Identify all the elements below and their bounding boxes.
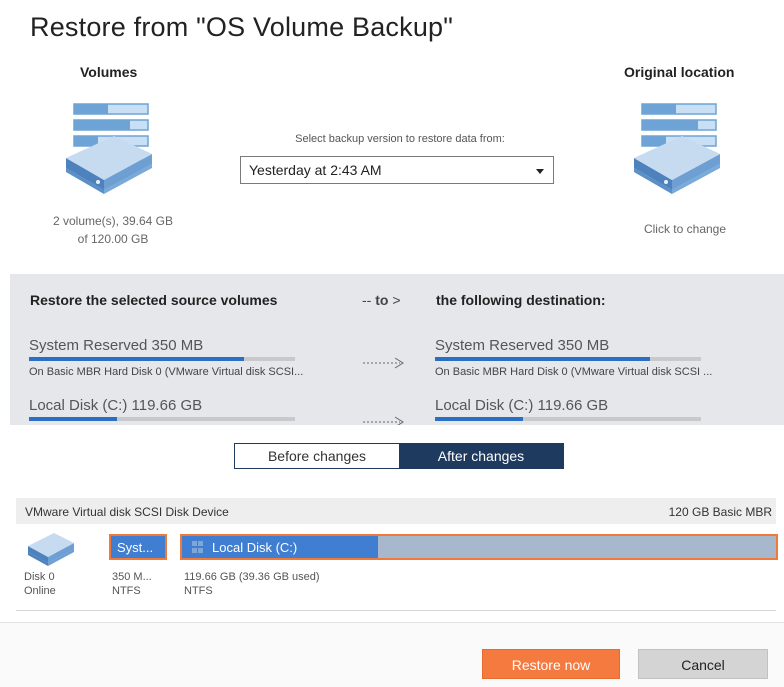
- volume-name: System Reserved 350 MB: [435, 337, 610, 354]
- destination-label: Original location: [624, 64, 735, 80]
- partition-size: 119.66 GB (39.36 GB used): [184, 571, 320, 583]
- partition-label: Syst...: [117, 540, 154, 555]
- version-prompt: Select backup version to restore data fr…: [295, 133, 505, 145]
- destination-volume-item[interactable]: Local Disk (C:) 119.66 GB: [435, 397, 701, 421]
- hard-disk-icon: [28, 533, 74, 566]
- volume-usage-fill: [29, 417, 117, 421]
- after-changes-tab[interactable]: After changes: [399, 444, 563, 468]
- disk-name: VMware Virtual disk SCSI Disk Device: [25, 505, 229, 519]
- partition-label: Local Disk (C:): [212, 540, 298, 555]
- server-icon[interactable]: [630, 102, 722, 194]
- partition-fs: NTFS: [184, 585, 213, 597]
- destination-volume-item[interactable]: System Reserved 350 MB On Basic MBR Hard…: [435, 337, 713, 378]
- source-info-capacity: of 120.00 GB: [77, 232, 149, 246]
- disk-meta: Disk 0 Online: [24, 570, 56, 598]
- source-volume-item[interactable]: System Reserved 350 MB On Basic MBR Hard…: [29, 337, 304, 378]
- view-toggle: Before changes After changes: [234, 443, 564, 469]
- cancel-button[interactable]: Cancel: [638, 649, 768, 679]
- disk-header: VMware Virtual disk SCSI Disk Device 120…: [16, 498, 776, 524]
- mapping-source-heading: Restore the selected source volumes: [30, 292, 278, 308]
- partition-meta: 350 M... NTFS: [112, 570, 152, 598]
- chevron-down-icon: [536, 169, 544, 174]
- volume-description: On Basic MBR Hard Disk 0 (VMware Virtual…: [29, 366, 304, 378]
- volume-usage-fill: [435, 417, 523, 421]
- restore-now-button[interactable]: Restore now: [482, 649, 620, 679]
- volume-usage-bar: [29, 357, 295, 361]
- mapping-to-prefix: --: [362, 292, 376, 308]
- disk-map-panel: VMware Virtual disk SCSI Disk Device 120…: [16, 498, 778, 611]
- mapping-to-label: -- to >: [362, 292, 401, 308]
- mapping-to-word: to: [375, 292, 389, 308]
- volume-usage-bar: [29, 417, 295, 421]
- partition-local-disk-c[interactable]: Local Disk (C:): [180, 534, 778, 560]
- source-info: 2 volume(s), 39.64 GB of 120.00 GB: [22, 212, 204, 248]
- volume-usage-bar: [435, 357, 701, 361]
- volume-usage-fill: [435, 357, 651, 361]
- server-icon[interactable]: [62, 102, 154, 194]
- partition-meta: 119.66 GB (39.36 GB used) NTFS: [184, 570, 320, 598]
- source-label: Volumes: [80, 64, 138, 80]
- volume-usage-bar: [435, 417, 701, 421]
- volume-description: On Basic MBR Hard Disk 0 (VMware Virtual…: [435, 366, 713, 378]
- backup-version-value: Yesterday at 2:43 AM: [249, 162, 382, 178]
- volume-name: Local Disk (C:) 119.66 GB: [29, 397, 203, 414]
- disk-label: Disk 0: [24, 571, 55, 583]
- mapping-to-arrow: >: [388, 292, 401, 308]
- partition-size: 350 M...: [112, 571, 152, 583]
- before-changes-tab[interactable]: Before changes: [235, 444, 399, 468]
- mapping-destination-heading: the following destination:: [436, 292, 606, 308]
- source-volume-item[interactable]: Local Disk (C:) 119.66 GB: [29, 397, 295, 421]
- change-destination-link[interactable]: Click to change: [626, 222, 744, 236]
- volume-mapping-panel: Restore the selected source volumes -- t…: [10, 274, 784, 425]
- partition-fs: NTFS: [112, 585, 141, 597]
- dialog-title: Restore from "OS Volume Backup": [30, 12, 454, 42]
- volume-usage-fill: [29, 357, 245, 361]
- disk-size: 120 GB Basic MBR: [668, 505, 772, 519]
- windows-logo-icon: [192, 541, 204, 553]
- source-info-volumes: 2 volume(s), 39.64 GB: [52, 214, 174, 228]
- disk-status: Online: [24, 585, 56, 597]
- volume-name: Local Disk (C:) 119.66 GB: [435, 397, 609, 414]
- mapping-arrow-icon: [363, 416, 404, 425]
- partition-system-reserved[interactable]: Syst...: [109, 534, 167, 560]
- mapping-arrow-icon: [363, 357, 404, 369]
- volume-name: System Reserved 350 MB: [29, 337, 204, 354]
- backup-version-select[interactable]: Yesterday at 2:43 AM: [240, 156, 554, 184]
